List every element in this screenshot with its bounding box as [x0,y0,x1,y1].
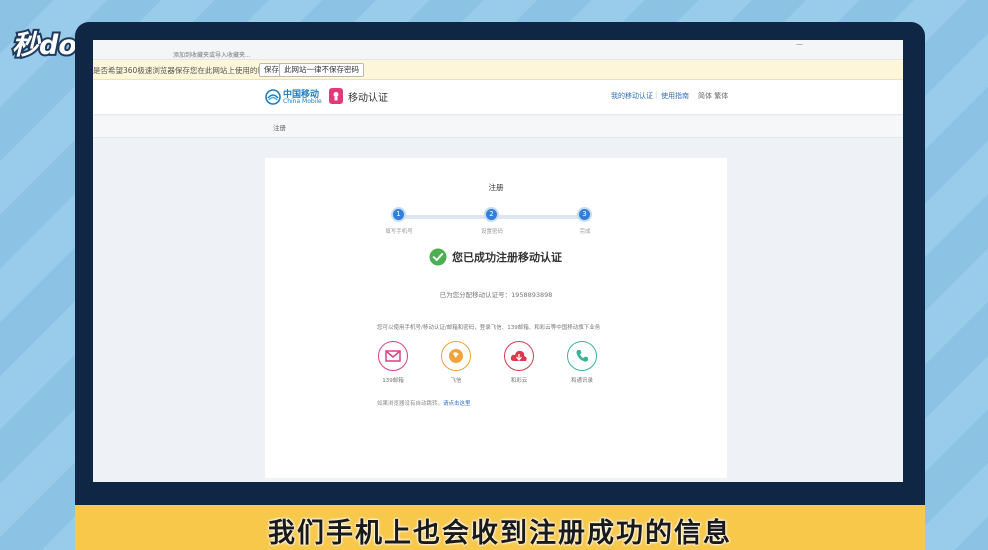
step-progress-line [491,215,584,219]
mobile-auth-title: 移动认证 [348,93,388,104]
video-caption: 我们手机上也会收到注册成功的信息 [268,518,732,549]
minimize-button[interactable]: — [796,40,803,48]
nav-divider: | [655,91,658,99]
app-label: 飞信 [450,378,462,384]
app-139-mail[interactable]: 139邮箱 [363,341,423,384]
breadcrumb: 注册 [273,124,286,132]
save-password-bar: 是否希望360极速浏览器保存您在此网站上使用的密码吗？ 保存 此网站一律不保存密… [93,60,903,80]
app-label: 和彩云 [510,378,528,384]
mail-icon [378,341,408,371]
services-intro: 您可以使用手机号/移动认证/邮箱和密码，登录飞信、139邮箱、和彩云等中国移动旗… [377,325,601,331]
site-header: 中国移动 China Mobile 移动认证 我的移动认证 | 使用指南 简体 … [93,80,903,115]
step-2-dot: 2 [484,207,499,222]
never-save-button[interactable]: 此网站一律不保存密码 [279,63,364,77]
redirect-note: 如果浏览器没有自动跳转，请点击这里 [377,399,471,407]
breadcrumb-bar: 注册 [93,116,903,138]
browser-toolbar: 添加到收藏夹或导入收藏夹... — [93,40,903,60]
app-fetion[interactable]: 飞信 [426,341,486,384]
phone-icon [567,341,597,371]
account-number-line: 已为您分配移动认证号：1958893898 [439,291,553,299]
favorites-hint: 添加到收藏夹或导入收藏夹... [173,52,251,59]
china-mobile-logo-icon[interactable] [265,89,281,105]
app-contacts[interactable]: 和通讯录 [552,341,612,384]
language-switcher[interactable]: 简体 繁体 [698,91,728,101]
mobile-auth-logo [329,88,343,104]
success-title: 您已成功注册移动认证 [452,251,562,264]
caption-bar: 我们手机上也会收到注册成功的信息 [75,505,925,550]
redirect-note-text: 如果浏览器没有自动跳转， [377,401,444,407]
fetion-icon [441,341,471,371]
registration-card: 注册 1 2 3 填写手机号 设置密码 完成 您已成功注册移动认证 已为您分配移… [265,158,727,478]
checkmark-icon [429,248,447,266]
step-1-label: 填写手机号 [385,229,413,235]
nav-my-auth[interactable]: 我的移动认证 [611,91,653,101]
card-title: 注册 [488,183,504,192]
step-progress-line [398,215,491,219]
app-caiyun-cloud[interactable]: 和彩云 [489,341,549,384]
nav-guide[interactable]: 使用指南 [661,91,689,101]
browser-screen: 添加到收藏夹或导入收藏夹... — 是否希望360极速浏览器保存您在此网站上使用… [93,40,903,482]
cloud-icon [504,341,534,371]
app-label: 和通讯录 [570,378,593,384]
china-mobile-english: China Mobile [283,98,322,105]
step-3-dot: 3 [577,207,592,222]
step-1-dot: 1 [391,207,406,222]
step-2-label: 设置密码 [480,229,503,235]
auth-badge-icon [333,92,339,101]
redirect-link[interactable]: 请点击这里 [443,401,471,407]
step-3-label: 完成 [579,229,591,235]
app-label: 139邮箱 [382,378,404,384]
